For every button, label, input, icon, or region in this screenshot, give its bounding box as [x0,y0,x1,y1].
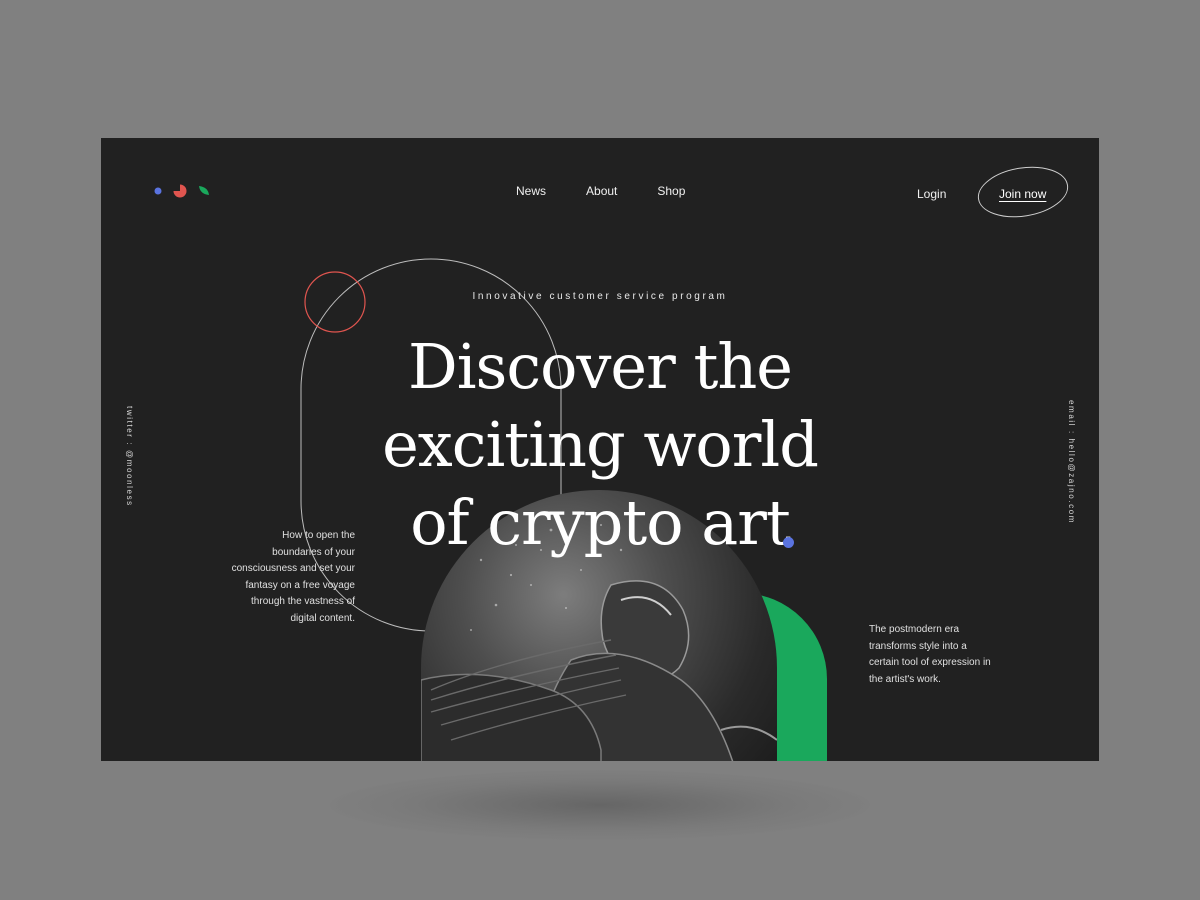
right-description: The postmodern era transforms style into… [869,624,991,685]
hero-headline: Discover the exciting world of crypto ar… [351,328,849,562]
logo-icon[interactable] [153,182,213,202]
nav-about-link[interactable]: About [586,184,617,198]
headline-line-1: Discover the [407,330,793,403]
left-description: How to open the boundaries of your consc… [231,530,355,624]
join-now-button[interactable]: Join now [999,187,1046,201]
contact-email[interactable]: email : hello@zajno.com [1067,400,1076,524]
twitter-handle[interactable]: twitter : @moonless [125,406,134,507]
landing-page: News About Shop Login Join now twitter :… [101,138,1099,761]
nav-shop-link[interactable]: Shop [657,184,685,198]
accent-dot [783,537,794,548]
headline-line-2: exciting world [382,408,819,481]
headline-line-3: of crypto art [410,486,791,559]
hero-tagline: Innovative customer service program [472,291,728,302]
nav-news-link[interactable]: News [516,184,546,198]
main-nav: News About Shop [516,184,685,198]
login-link[interactable]: Login [917,187,946,201]
frame-shadow [330,770,870,840]
